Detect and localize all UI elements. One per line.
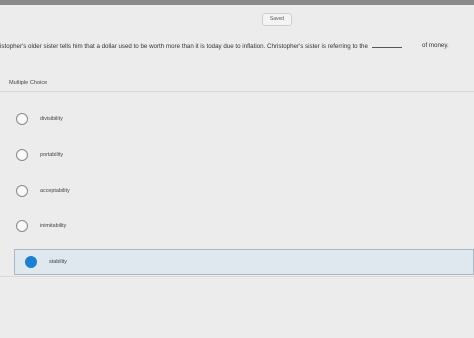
radio-button[interactable] <box>16 220 28 232</box>
choice-divisibility[interactable]: divisibility <box>14 106 474 134</box>
question-text-before: istopher's older sister tells him that a… <box>0 43 368 50</box>
top-bar <box>0 0 474 5</box>
choice-label[interactable]: inimitability <box>40 223 66 229</box>
question-type-label: Multiple Choice <box>9 80 48 86</box>
divider <box>0 276 474 277</box>
choice-label[interactable]: stability <box>49 259 67 265</box>
radio-button[interactable] <box>16 149 28 161</box>
choice-inimitability[interactable]: inimitability <box>14 213 474 241</box>
choice-acceptability[interactable]: acceptability <box>14 178 474 206</box>
radio-button[interactable] <box>16 185 28 197</box>
choice-stability[interactable]: stability <box>14 249 474 275</box>
choice-portability[interactable]: portability <box>14 142 474 170</box>
choice-label[interactable]: acceptability <box>40 188 70 194</box>
radio-button[interactable] <box>16 113 28 125</box>
question-blank <box>371 42 402 48</box>
radio-button-selected[interactable] <box>25 256 37 268</box>
divider <box>0 91 474 92</box>
choice-label[interactable]: portability <box>40 152 63 158</box>
choice-label[interactable]: divisibility <box>40 116 63 122</box>
saved-status-badge: Saved <box>262 13 292 26</box>
question-text-after: of money. <box>422 42 449 49</box>
